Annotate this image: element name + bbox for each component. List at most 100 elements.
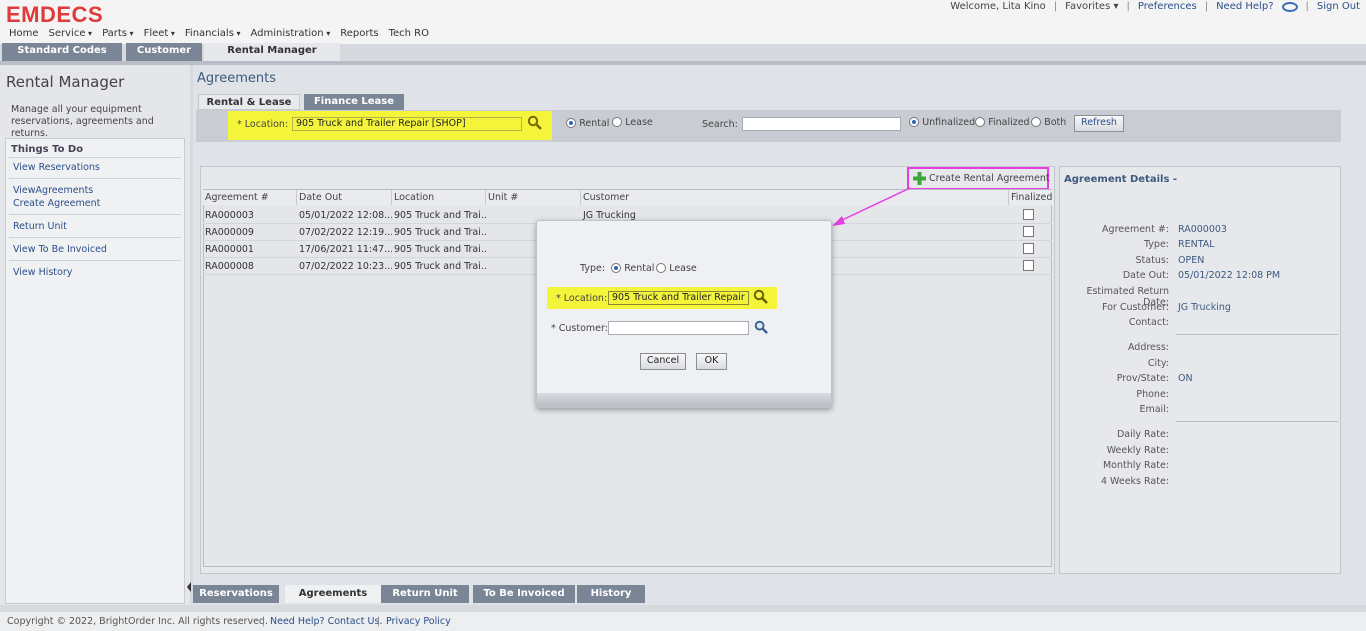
column-header-finalized[interactable]: Finalized	[1009, 190, 1052, 205]
location-input[interactable]: 905 Truck and Trailer Repair [SHOP]	[292, 117, 522, 131]
create-rental-agreement-label: Create Rental Agreement	[929, 173, 1050, 184]
detail-value-type: RENTAL	[1178, 239, 1215, 250]
dialog-radio-lease-label: Lease	[669, 263, 697, 274]
sidebar-item-return-unit[interactable]: Return Unit	[13, 221, 67, 232]
filter-unfinalized[interactable]: Unfinalized	[909, 117, 975, 128]
nav-reports[interactable]: Reports	[340, 28, 378, 39]
detail-label-status: Status:	[1135, 255, 1169, 266]
tab-rental-manager[interactable]: Rental Manager	[204, 43, 340, 61]
tab-return-unit[interactable]: Return Unit	[381, 585, 469, 603]
tab-history[interactable]: History	[577, 585, 645, 603]
nav-parts[interactable]: Parts	[102, 28, 134, 39]
nav-home[interactable]: Home	[9, 28, 39, 39]
agreement-details-title: Agreement Details -	[1064, 174, 1178, 185]
detail-label-address: Address:	[1127, 342, 1169, 353]
dialog-location-search-icon[interactable]	[753, 289, 769, 305]
dialog-customer-search-icon[interactable]	[754, 320, 769, 335]
favorites-menu[interactable]: Favorites ▾	[1065, 1, 1118, 12]
dialog-location-input[interactable]: 905 Truck and Trailer Repair [S	[608, 291, 749, 305]
detail-label-customer: For Customer:	[1101, 302, 1169, 313]
finalized-checkbox[interactable]	[1023, 260, 1034, 271]
filter-both[interactable]: Both	[1031, 117, 1066, 128]
tab-standard-codes[interactable]: Standard Codes	[2, 43, 122, 61]
detail-divider	[1176, 334, 1338, 335]
sidebar-item-create-agreement[interactable]: Create Agreement	[13, 198, 100, 209]
tab-reservations[interactable]: Reservations	[193, 585, 279, 603]
sidebar-item-view-to-be-invoiced[interactable]: View To Be Invoiced	[13, 244, 107, 255]
annotation-arrow-icon	[832, 187, 911, 226]
finalized-checkbox[interactable]	[1023, 226, 1034, 237]
radio-both[interactable]	[1031, 117, 1041, 127]
tab-customer[interactable]: Customer	[126, 43, 202, 61]
dialog-radio-lease[interactable]	[656, 263, 666, 273]
top-nav: Home Service Parts Fleet Financials Admi…	[9, 28, 429, 39]
sidebar-description: Manage all your equipment reservations, …	[11, 104, 154, 139]
detail-label-weekly-rate: Weekly Rate:	[1106, 445, 1169, 456]
search-input[interactable]	[742, 117, 901, 131]
dialog-customer-label: * Customer:	[551, 323, 608, 334]
filter-finalized[interactable]: Finalized	[975, 117, 1030, 128]
refresh-button[interactable]: Refresh	[1074, 115, 1124, 132]
ok-button[interactable]: OK	[696, 353, 727, 370]
cell-date-out: 07/02/2022 12:19...	[299, 227, 392, 238]
detail-label-city: City:	[1147, 358, 1169, 369]
radio-rental[interactable]	[566, 118, 576, 128]
cell-date-out: 07/02/2022 10:23...	[299, 261, 392, 272]
help-link[interactable]: Need Help?	[1216, 1, 1273, 12]
detail-value-status: OPEN	[1178, 255, 1205, 266]
detail-label-type: Type:	[1143, 239, 1169, 250]
radio-finalized[interactable]	[975, 117, 985, 127]
filter-type-lease[interactable]: Lease	[612, 117, 653, 128]
detail-label-email: Email:	[1139, 404, 1169, 415]
sign-out-link[interactable]: Sign Out	[1317, 1, 1360, 12]
separator: |	[262, 616, 266, 627]
column-header-date-out[interactable]: Date Out	[297, 190, 392, 205]
create-rental-agreement-button[interactable]: Create Rental Agreement	[913, 172, 1050, 185]
divider	[9, 178, 181, 179]
dialog-radio-rental[interactable]	[611, 263, 621, 273]
search-label: Search:	[702, 119, 738, 130]
nav-tech-ro[interactable]: Tech RO	[389, 28, 429, 39]
bottom-tabs: Reservations Agreements Return Unit To B…	[193, 585, 1343, 604]
location-search-icon[interactable]	[527, 115, 543, 131]
preferences-link[interactable]: Preferences	[1138, 1, 1197, 12]
sidebar-item-view-history[interactable]: View History	[13, 267, 72, 278]
dialog-type-rental[interactable]: Rental	[611, 263, 654, 274]
divider	[9, 214, 181, 215]
collapse-arrow-icon[interactable]	[186, 580, 192, 594]
nav-service[interactable]: Service	[49, 28, 93, 39]
sidebar-title: Rental Manager	[6, 73, 125, 91]
detail-label-daily-rate: Daily Rate:	[1116, 429, 1169, 440]
tab-finance-lease[interactable]: Finance Lease	[304, 94, 404, 110]
cancel-button[interactable]: Cancel	[640, 353, 686, 370]
contact-us-link[interactable]: Need Help? Contact Us.	[270, 616, 382, 627]
radio-lease[interactable]	[612, 117, 622, 127]
nav-administration[interactable]: Administration	[250, 28, 330, 39]
radio-both-label: Both	[1044, 117, 1067, 128]
user-bar: Welcome, Lita Kino | Favorites ▾ | Prefe…	[950, 1, 1360, 12]
detail-label-prov-state: Prov/State:	[1116, 373, 1169, 384]
radio-unfinalized[interactable]	[909, 117, 919, 127]
tab-to-be-invoiced[interactable]: To Be Invoiced	[473, 585, 575, 603]
cell-location: 905 Truck and Trai...	[394, 244, 486, 255]
dialog-customer-input[interactable]	[608, 321, 749, 335]
logo[interactable]: EMDECS	[6, 2, 103, 28]
tab-agreements[interactable]: Agreements	[285, 585, 381, 603]
filter-type-rental[interactable]: Rental	[566, 118, 609, 129]
user-profile-icon[interactable]	[1281, 1, 1298, 12]
separator: |	[1204, 1, 1209, 12]
finalized-checkbox[interactable]	[1023, 243, 1034, 254]
detail-value-customer: JG Trucking	[1178, 302, 1231, 313]
column-header-agreement[interactable]: Agreement #	[203, 190, 297, 205]
column-header-location[interactable]: Location	[392, 190, 486, 205]
column-header-unit[interactable]: Unit #	[486, 190, 581, 205]
tab-rental-lease[interactable]: Rental & Lease	[198, 94, 300, 110]
privacy-policy-link[interactable]: Privacy Policy	[386, 616, 451, 627]
sidebar-item-view-reservations[interactable]: View Reservations	[13, 162, 100, 173]
finalized-checkbox[interactable]	[1023, 209, 1034, 220]
nav-fleet[interactable]: Fleet	[144, 28, 175, 39]
sidebar-item-view-agreements[interactable]: ViewAgreements	[13, 185, 93, 196]
nav-financials[interactable]: Financials	[185, 28, 241, 39]
column-header-customer[interactable]: Customer	[581, 190, 1009, 205]
dialog-type-lease[interactable]: Lease	[656, 263, 697, 274]
